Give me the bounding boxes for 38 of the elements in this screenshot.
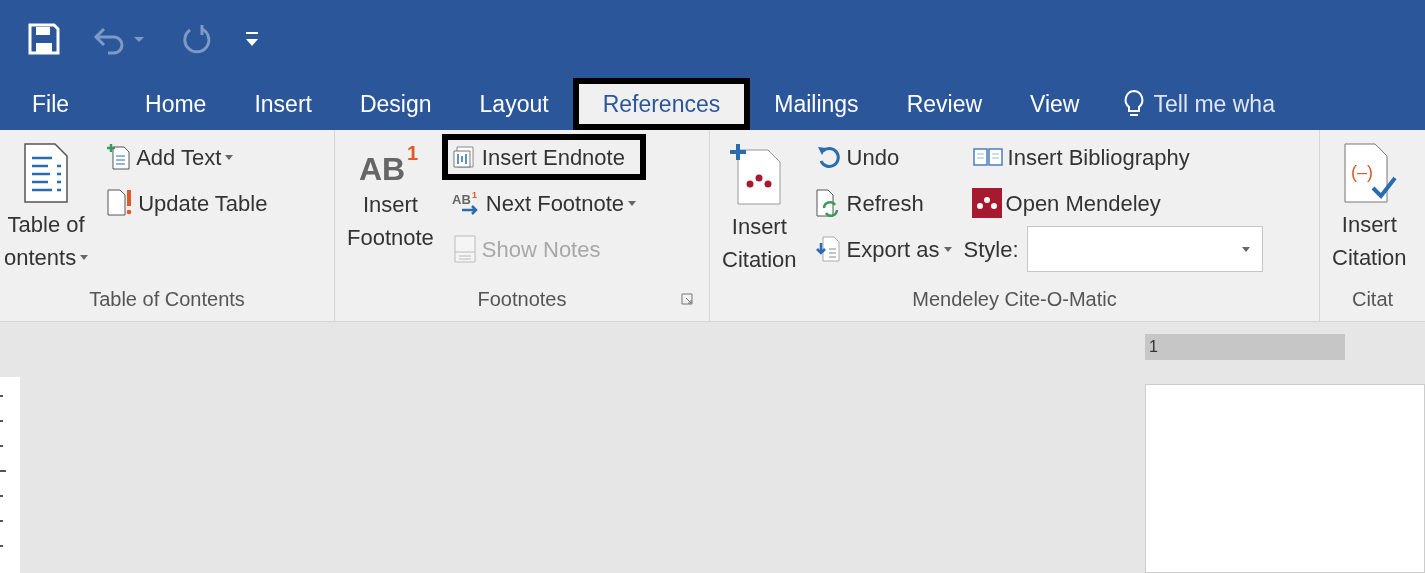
- ribbon-tab[interactable]: File: [8, 78, 94, 130]
- large-ribbon-button[interactable]: Table of ontents: [0, 138, 93, 285]
- group-label: Mendeley Cite-O-Matic: [912, 287, 1117, 312]
- lightbulb-icon: [1123, 89, 1146, 119]
- ribbon-tab[interactable]: Review: [882, 78, 1007, 130]
- style-label: Style:: [963, 235, 1019, 264]
- ruler-number: 1: [1149, 337, 1158, 357]
- tell-me-field[interactable]: Tell me wha: [1153, 86, 1275, 122]
- ribbon-tab[interactable]: Mailings: [750, 78, 883, 130]
- ribbon-tab[interactable]: References: [572, 78, 751, 130]
- ribbon-tab[interactable]: Design: [335, 78, 456, 130]
- group-label: Table of Contents: [89, 287, 245, 312]
- document-list-icon: [23, 142, 70, 204]
- book-icon: [971, 146, 1004, 168]
- large-ribbon-button[interactable]: Insert Citation: [718, 138, 801, 285]
- ribbon-button[interactable]: Open Mendeley: [961, 180, 1263, 226]
- caret-icon: [1241, 246, 1250, 252]
- notes-icon: [451, 234, 478, 264]
- ribbon-tab[interactable]: Insert: [230, 78, 336, 130]
- dialog-launcher-icon[interactable]: [681, 293, 693, 305]
- group-label: Footnotes: [477, 287, 567, 312]
- ribbon-tab[interactable]: Layout: [455, 78, 573, 130]
- save-icon[interactable]: [28, 23, 60, 55]
- ribbon-button[interactable]: Add Text: [96, 134, 278, 180]
- ribbon-tab[interactable]: Home: [121, 78, 231, 130]
- ribbon-button[interactable]: Update Table: [96, 180, 278, 226]
- export-icon: [814, 235, 843, 263]
- ribbon-button[interactable]: Export as: [804, 226, 962, 272]
- ribbon-tab[interactable]: View: [1006, 78, 1104, 130]
- large-ribbon-button[interactable]: (–) Insert Citation: [1328, 138, 1411, 285]
- ribbon-button[interactable]: Insert Endnote: [441, 134, 647, 180]
- ribbon-button[interactable]: Refresh: [804, 180, 962, 226]
- ribbon-button[interactable]: Undo: [804, 134, 962, 180]
- mendeley-logo-icon: [971, 188, 1002, 218]
- caret-icon: [80, 255, 89, 260]
- add-text-icon: [106, 143, 133, 171]
- group-label: Citat: [1351, 287, 1394, 312]
- ribbon-button[interactable]: Insert Bibliography: [961, 134, 1263, 180]
